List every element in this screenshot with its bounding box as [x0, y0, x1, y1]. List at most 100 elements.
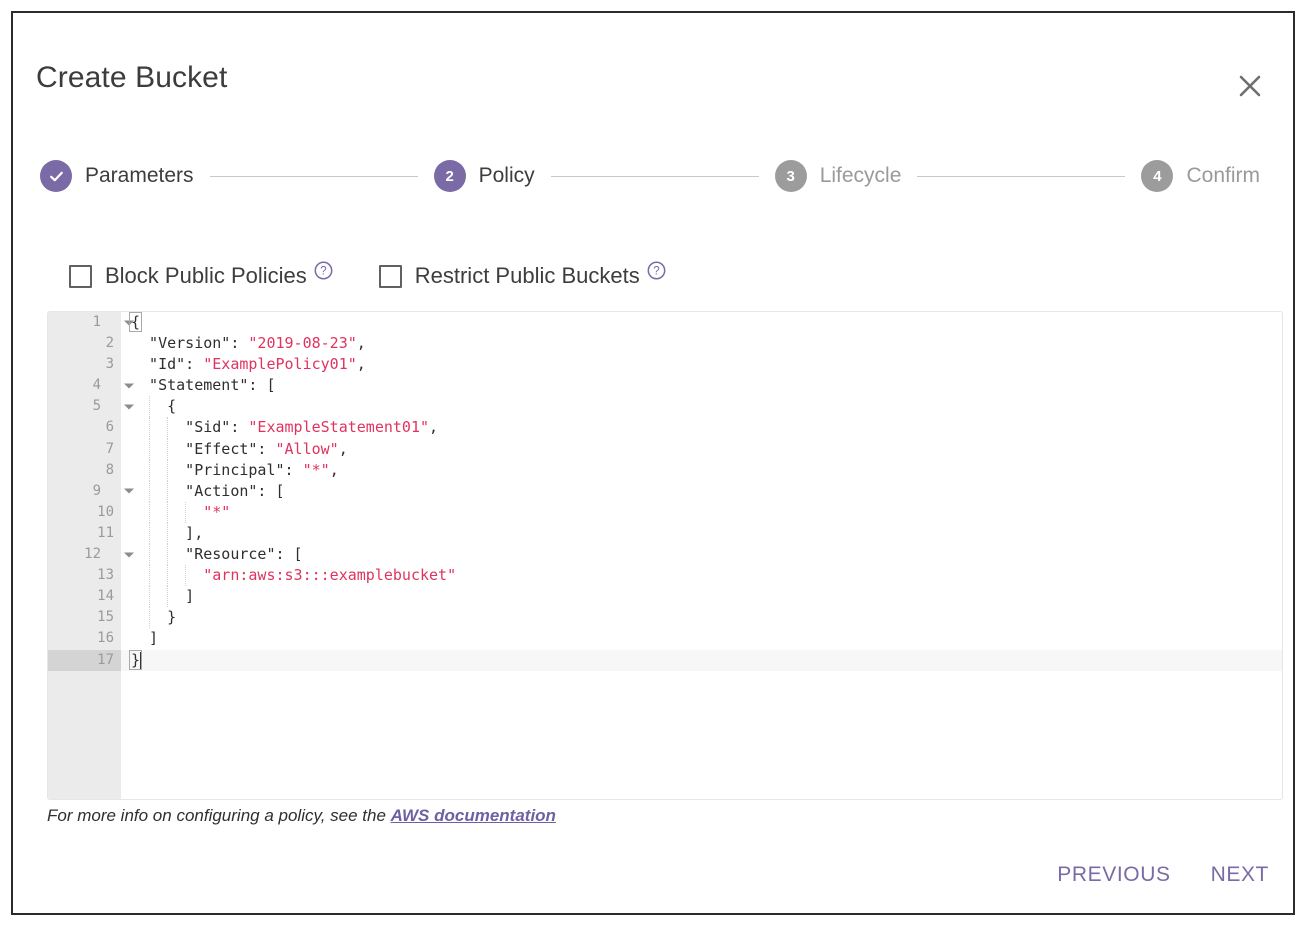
code-line[interactable]: 16 ]: [48, 628, 1282, 650]
stepper-step-label: Policy: [478, 164, 535, 187]
code-line[interactable]: 10 "*": [48, 501, 1282, 523]
wizard-stepper: Parameters 2 Policy 3 Lifecycle 4 Confirm: [40, 152, 1260, 200]
line-number: 16: [48, 628, 121, 650]
checkbox-restrict-public-buckets[interactable]: Restrict Public Buckets?: [378, 261, 666, 289]
code-line-text: "Effect": "Allow",: [121, 438, 1282, 460]
line-number: 7: [48, 438, 121, 460]
indent-guide: [149, 522, 151, 545]
code-line-text: {: [121, 312, 1282, 333]
code-line-text: "Action": [: [121, 480, 1282, 502]
indent-guide: [149, 459, 151, 481]
code-line[interactable]: 1{: [48, 312, 1282, 334]
code-line[interactable]: 13 "arn:aws:s3:::examplebucket": [48, 565, 1282, 587]
line-number: 15: [48, 607, 121, 629]
line-number: 6: [48, 417, 121, 439]
line-number: 17: [48, 649, 121, 671]
step-connector: [550, 175, 759, 177]
dialog-header: Create Bucket: [13, 13, 1293, 109]
editor-hint-text: For more info on configuring a policy, s…: [47, 806, 391, 825]
public-access-options: Block Public Policies? Restrict Public Bu…: [69, 259, 666, 293]
indent-guide: [167, 459, 169, 481]
indent-guide: [149, 565, 151, 587]
indent-guide: [149, 417, 151, 439]
line-number: 14: [48, 586, 121, 608]
editor-code-area[interactable]: 1{2 "Version": "2019-08-23", 3 "Id": "Exa…: [48, 312, 1282, 799]
indent-guide: [149, 396, 151, 418]
stepper-step-label: Lifecycle: [819, 164, 902, 187]
code-line[interactable]: 12 "Resource": [: [48, 544, 1282, 566]
code-line[interactable]: 4 "Statement": [: [48, 375, 1282, 397]
indent-guide: [149, 544, 151, 566]
code-line[interactable]: 11 ],: [48, 522, 1282, 545]
code-line-text: "Statement": [: [131, 376, 276, 395]
code-line[interactable]: 17}: [48, 649, 1282, 671]
code-line-text: "Version": "2019-08-23",: [131, 334, 366, 353]
code-line-text: "Id": "ExamplePolicy01",: [131, 355, 366, 374]
stepper-step-label: Parameters: [85, 164, 194, 187]
stepper-step-lifecycle[interactable]: 3 Lifecycle: [774, 160, 902, 192]
code-line[interactable]: 6 "Sid": "ExampleStatement01",: [48, 417, 1282, 439]
line-number: 8: [48, 459, 121, 481]
close-icon[interactable]: [1233, 69, 1267, 103]
line-number: 4: [48, 375, 134, 397]
indent-guide: [185, 501, 187, 523]
code-line-text: {: [121, 396, 1282, 418]
indent-guide: [167, 417, 169, 439]
code-line-text: ]: [121, 586, 1282, 608]
line-number: 11: [48, 522, 121, 545]
stepper-step-label: Confirm: [1186, 164, 1260, 187]
stepper-step-policy[interactable]: 2 Policy: [433, 160, 535, 192]
step-number-badge: 2: [433, 160, 466, 192]
editor-hint: For more info on configuring a policy, s…: [47, 806, 556, 826]
code-line[interactable]: 9 "Action": [: [48, 480, 1282, 502]
line-number: 13: [48, 565, 121, 587]
step-connector: [917, 175, 1126, 177]
code-line[interactable]: 14 ]: [48, 586, 1282, 608]
checkbox-box[interactable]: [69, 264, 92, 288]
help-circle-icon[interactable]: ?: [314, 261, 333, 280]
line-number: 3: [48, 354, 121, 376]
code-line-text: "Principal": "*",: [121, 459, 1282, 481]
indent-guide: [167, 480, 169, 502]
page-title: Create Bucket: [36, 61, 228, 94]
code-line-text: "Resource": [: [121, 544, 1282, 566]
code-line[interactable]: 8 "Principal": "*",: [48, 459, 1282, 481]
code-line-text: ],: [121, 522, 1282, 545]
aws-documentation-link[interactable]: AWS documentation: [391, 806, 556, 825]
step-number-badge: 4: [1141, 160, 1174, 192]
line-number: 1: [48, 312, 134, 334]
help-circle-icon[interactable]: ?: [647, 261, 666, 280]
indent-guide: [167, 501, 169, 523]
checkbox-box[interactable]: [378, 264, 402, 288]
line-number: 12: [48, 544, 134, 566]
bracket-match-highlight: {: [128, 312, 143, 332]
next-button[interactable]: NEXT: [1209, 859, 1271, 891]
code-line[interactable]: 5 {: [48, 396, 1282, 418]
policy-json-editor[interactable]: 1{2 "Version": "2019-08-23", 3 "Id": "Exa…: [47, 311, 1283, 800]
indent-guide: [167, 586, 169, 608]
checkbox-label: Restrict Public Buckets: [414, 263, 640, 288]
code-line-text: }: [121, 649, 1282, 671]
code-line[interactable]: 3 "Id": "ExamplePolicy01",: [48, 354, 1282, 376]
stepper-step-confirm[interactable]: 4 Confirm: [1141, 160, 1260, 192]
line-number: 10: [48, 501, 121, 523]
step-number-badge: 3: [774, 160, 807, 192]
step-connector: [209, 175, 418, 177]
previous-button[interactable]: PREVIOUS: [1055, 859, 1172, 891]
indent-guide: [149, 480, 151, 502]
stepper-step-parameters[interactable]: Parameters: [40, 160, 194, 192]
line-number: 9: [48, 480, 134, 502]
code-line[interactable]: 7 "Effect": "Allow",: [48, 438, 1282, 460]
line-number: 5: [48, 396, 134, 418]
code-line[interactable]: 2 "Version": "2019-08-23",: [48, 333, 1282, 355]
checkbox-block-public-policies[interactable]: Block Public Policies?: [69, 261, 333, 289]
code-line[interactable]: 15 }: [48, 607, 1282, 629]
create-bucket-dialog: Create Bucket Parameters 2 Policy 3 Lifecycl…: [11, 11, 1295, 915]
svg-text:?: ?: [320, 266, 326, 278]
indent-guide: [149, 438, 151, 460]
indent-guide: [149, 501, 151, 523]
indent-guide: [167, 522, 169, 545]
svg-text:?: ?: [653, 266, 659, 278]
indent-guide: [149, 607, 151, 629]
indent-guide: [167, 438, 169, 460]
